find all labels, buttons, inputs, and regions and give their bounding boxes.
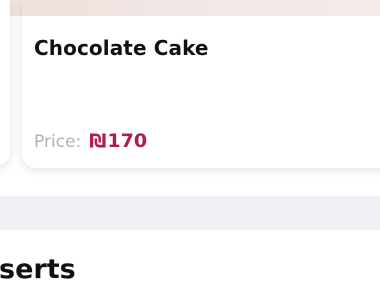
product-title: Chocolate Cake: [34, 36, 209, 60]
shekel-icon: ₪: [89, 130, 107, 152]
price-value: ₪ 170: [89, 130, 147, 152]
app-screen: Chocolate Cake Price: ₪ 170 serts: [0, 0, 380, 305]
price-amount: 170: [107, 130, 148, 152]
product-card-previous[interactable]: [0, 0, 10, 165]
price-label: Price:: [34, 132, 82, 152]
product-image: [22, 0, 380, 16]
price-row: Price: ₪ 170: [34, 130, 147, 152]
product-card[interactable]: Chocolate Cake Price: ₪ 170: [22, 0, 380, 168]
section-divider: [0, 196, 380, 230]
section-title: serts: [0, 254, 76, 285]
